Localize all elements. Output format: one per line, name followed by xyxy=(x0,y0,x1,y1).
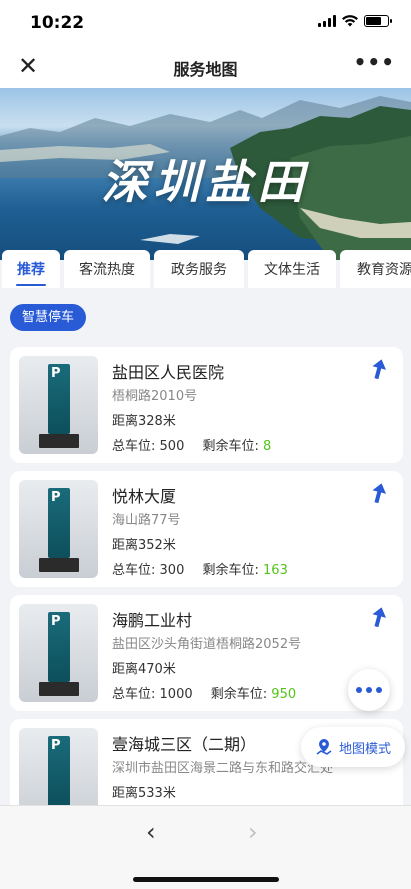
more-actions-button[interactable] xyxy=(348,669,390,711)
parking-address: 海山路77号 xyxy=(112,513,181,528)
total-spaces-value: 300 xyxy=(159,563,185,578)
list-item[interactable]: P 海鹏工业村 盐田区沙头角街道梧桐路2052号 距离470米 总车位: 100… xyxy=(10,595,403,711)
map-mode-button[interactable]: 地图模式 xyxy=(301,727,406,767)
map-pin-icon xyxy=(316,739,332,755)
parking-sign-image: P xyxy=(19,480,98,578)
navigate-icon[interactable] xyxy=(371,607,387,627)
parking-distance: 距离328米 xyxy=(112,414,176,429)
wifi-icon xyxy=(342,15,358,27)
tab-passenger-flow[interactable]: 客流热度 xyxy=(64,250,150,288)
parking-distance: 距离533米 xyxy=(112,786,176,801)
total-spaces-label: 总车位: xyxy=(112,439,156,454)
parking-name: 悦林大厦 xyxy=(112,487,177,506)
more-icon[interactable]: ••• xyxy=(354,50,395,74)
list-item[interactable]: P 悦林大厦 海山路77号 距离352米 总车位: 300 剩余车位: 163 xyxy=(10,471,403,587)
status-time: 10:22 xyxy=(30,13,85,33)
signal-icon xyxy=(318,15,336,27)
parking-spaces: 总车位: 300 剩余车位: 163 xyxy=(112,559,288,578)
hero-banner: 深圳盐田 xyxy=(0,88,411,260)
remaining-spaces-value: 8 xyxy=(263,439,272,454)
status-icons xyxy=(318,15,392,27)
parking-name: 盐田区人民医院 xyxy=(112,363,225,382)
parking-sign-image: P xyxy=(19,604,98,702)
total-spaces-value: 500 xyxy=(159,439,185,454)
navigate-icon[interactable] xyxy=(371,483,387,503)
remaining-spaces-label: 剩余车位: xyxy=(210,687,268,702)
parking-sign-image: P xyxy=(19,356,98,454)
category-tabs: 推荐 客流热度 政务服务 文体生活 教育资源 xyxy=(0,250,411,290)
back-icon[interactable]: ‹ xyxy=(146,818,156,846)
parking-name: 壹海城三区（二期） xyxy=(112,735,257,754)
smart-parking-chip[interactable]: 智慧停车 xyxy=(10,304,87,331)
parking-address: 深圳市盐田区海景二路与东和路交汇处 xyxy=(112,761,334,776)
parking-distance: 距离352米 xyxy=(112,538,176,553)
remaining-spaces-label: 剩余车位: xyxy=(202,439,259,454)
parking-sign-image: P xyxy=(19,728,98,805)
status-bar: 10:22 xyxy=(0,0,411,46)
remaining-spaces-value: 950 xyxy=(271,687,297,702)
page-title: 服务地图 xyxy=(173,60,238,79)
forward-icon[interactable]: › xyxy=(248,818,258,846)
parking-address: 梧桐路2010号 xyxy=(112,389,198,404)
list-item[interactable]: P 盐田区人民医院 梧桐路2010号 距离328米 总车位: 500 剩余车位:… xyxy=(10,347,403,463)
parking-distance: 距离470米 xyxy=(112,662,176,677)
map-mode-label: 地图模式 xyxy=(339,741,392,757)
total-spaces-label: 总车位: xyxy=(112,687,156,702)
nav-bar: ✕ 服务地图 ••• xyxy=(0,46,411,88)
parking-spaces: 总车位: 1000 剩余车位: 950 xyxy=(112,683,296,702)
navigate-icon[interactable] xyxy=(371,359,387,379)
tab-recommend[interactable]: 推荐 xyxy=(2,250,60,288)
tab-culture-sports[interactable]: 文体生活 xyxy=(248,250,336,288)
parking-address: 盐田区沙头角街道梧桐路2052号 xyxy=(112,637,302,652)
total-spaces-value: 1000 xyxy=(159,687,193,702)
tab-education[interactable]: 教育资源 xyxy=(340,250,411,288)
total-spaces-label: 总车位: xyxy=(112,563,156,578)
parking-spaces: 总车位: 500 剩余车位: 8 xyxy=(112,435,271,454)
tab-government-services[interactable]: 政务服务 xyxy=(154,250,244,288)
remaining-spaces-value: 163 xyxy=(263,563,288,578)
parking-name: 海鹏工业村 xyxy=(112,611,193,630)
battery-icon xyxy=(364,15,392,27)
remaining-spaces-label: 剩余车位: xyxy=(202,563,259,578)
home-indicator xyxy=(133,877,279,882)
bottom-navigation-bar: ‹ › xyxy=(0,805,411,889)
hero-title: 深圳盐田 xyxy=(101,155,310,209)
